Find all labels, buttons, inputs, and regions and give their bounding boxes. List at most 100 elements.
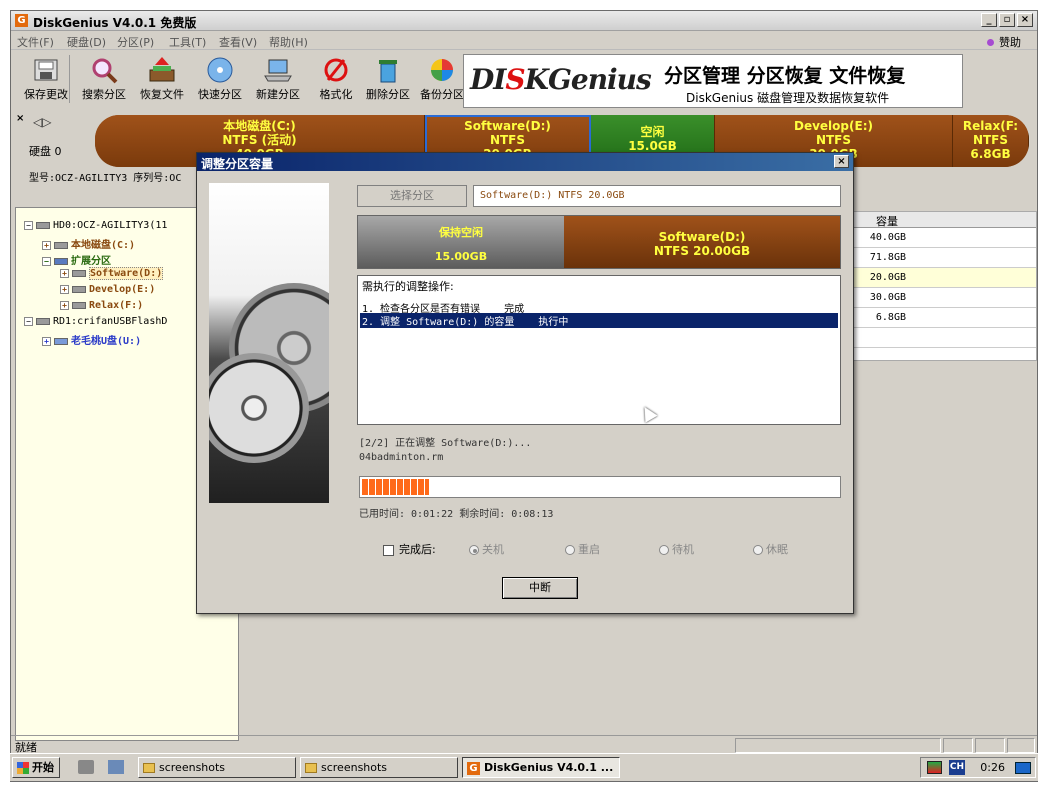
option-restart[interactable]: 重启 (565, 541, 600, 557)
partition-icon (72, 285, 86, 293)
format-button[interactable]: 格式化 (307, 54, 365, 106)
sponsor-icon (987, 39, 994, 46)
after-complete-checkbox[interactable]: 完成后: (383, 541, 436, 557)
diskgenius-logo: DISKGenius (470, 63, 652, 96)
toolbar: 保存更改 搜索分区 恢复文件 快速分区 新建分区 格式化 删除分区 备份分区 D… (17, 51, 1035, 109)
monitor-icon[interactable] (927, 761, 942, 774)
network-icon[interactable] (1015, 762, 1031, 774)
title-bar[interactable]: G DiskGenius V4.0.1 免费版 _ ▫ × (11, 11, 1037, 31)
selected-partition-info: Software(D:) NTFS 20.0GB (473, 185, 841, 207)
table-row[interactable]: 20.0GB (854, 268, 1036, 288)
taskbar-item-diskgenius[interactable]: G DiskGenius V4.0.1 ... (462, 757, 620, 778)
select-partition-button[interactable]: 选择分区 (357, 185, 467, 207)
tree-node-extended[interactable]: − 扩展分区 (42, 252, 111, 267)
quicklaunch-app-icon[interactable] (108, 760, 124, 774)
status-cell (975, 738, 1005, 753)
progress-status: [2/2] 正在调整 Software(D:)... 04badminton.r… (359, 437, 531, 465)
restore-files-button[interactable]: 恢复文件 (133, 54, 191, 106)
tree-node-u[interactable]: + 老毛桃U盘(U:) (42, 332, 141, 347)
banner-slogan: 分区管理 分区恢复 文件恢复 (664, 65, 906, 87)
folder-icon (143, 763, 155, 773)
progress-file: 04badminton.rm (359, 452, 444, 463)
dialog-title-bar[interactable]: 调整分区容量 × (197, 153, 853, 171)
dialog-title: 调整分区容量 (201, 157, 274, 171)
minimize-button[interactable]: _ (981, 13, 997, 27)
disk-nav-arrows-icon[interactable]: ◁▷ (33, 115, 51, 129)
trash-icon (373, 56, 403, 84)
menu-file[interactable]: 文件(F) (17, 34, 54, 50)
reserved-free-space[interactable]: 保持空闲 15.00GB (358, 216, 564, 268)
restore-box-icon (147, 56, 177, 84)
magnifier-icon (89, 56, 119, 84)
tree-node-d[interactable]: + Software(D:) (60, 267, 164, 280)
tree-node-f[interactable]: + Relax(F:) (60, 300, 143, 311)
banner-subtitle: DiskGenius 磁盘管理及数据恢复软件 (686, 91, 890, 105)
dialog-close-button[interactable]: × (834, 155, 849, 168)
tree-node-rd1[interactable]: − RD1:crifanUSBFlashD (24, 316, 167, 327)
partition-icon (54, 337, 68, 345)
time-info: 已用时间: 0:01:22 剩余时间: 0:08:13 (359, 509, 554, 520)
abort-button[interactable]: 中断 (502, 577, 578, 599)
menu-bar: 文件(F) 硬盘(D) 分区(P) 工具(T) 查看(V) 帮助(H) 赞助 (11, 32, 1037, 50)
save-changes-button[interactable]: 保存更改 (17, 54, 75, 106)
clock[interactable]: 0:26 (980, 761, 1005, 774)
partition-table: 容量 40.0GB 71.8GB 20.0GB 30.0GB 6.8GB (853, 211, 1037, 361)
disk-model-info: 型号:OCZ-AGILITY3 序列号:OC (29, 173, 182, 184)
menu-partition[interactable]: 分区(P) (117, 34, 154, 50)
table-row[interactable] (854, 328, 1036, 348)
table-row[interactable]: 40.0GB (854, 228, 1036, 248)
operation-item[interactable]: 2. 调整 Software(D:) 的容量 执行中 (360, 313, 838, 328)
operations-list: 需执行的调整操作: 1. 检查各分区是否有错误 完成 2. 调整 Softwar… (357, 275, 841, 425)
option-hibernate[interactable]: 休眠 (753, 541, 788, 557)
tree-node-c[interactable]: + 本地磁盘(C:) (42, 236, 135, 251)
status-cell (943, 738, 973, 753)
folder-icon (305, 763, 317, 773)
language-indicator[interactable]: CH (949, 760, 965, 775)
option-standby[interactable]: 待机 (659, 541, 694, 557)
tree-node-hd0[interactable]: − HD0:OCZ-AGILITY3(11 (24, 220, 167, 231)
menu-tools[interactable]: 工具(T) (169, 34, 206, 50)
table-row[interactable]: 30.0GB (854, 288, 1036, 308)
progress-bar (359, 476, 841, 498)
option-shutdown[interactable]: 关机 (469, 541, 504, 557)
status-cell (735, 738, 941, 753)
column-header-capacity[interactable]: 容量 (854, 212, 1036, 228)
close-icon[interactable]: × (16, 113, 24, 124)
delete-partition-button[interactable]: 删除分区 (359, 54, 417, 106)
taskbar: 开始 screenshots screenshots G DiskGenius V… (10, 753, 1038, 781)
search-partition-button[interactable]: 搜索分区 (75, 54, 133, 106)
status-cell (1007, 738, 1035, 753)
sponsor-label: 赞助 (999, 36, 1021, 49)
status-bar: 就绪 (11, 735, 1037, 755)
app-icon: G (15, 14, 28, 27)
backup-pie-icon (427, 56, 457, 84)
tree-node-e[interactable]: + Develop(E:) (60, 284, 155, 295)
start-button[interactable]: 开始 (12, 757, 60, 778)
desktop: G DiskGenius V4.0.1 免费版 _ ▫ × 文件(F) 硬盘(D… (0, 0, 1056, 800)
menu-disk[interactable]: 硬盘(D) (67, 34, 106, 50)
resized-partition[interactable]: Software(D:) NTFS 20.00GB (564, 216, 840, 268)
partition-icon (72, 301, 86, 309)
partition-icon (54, 257, 68, 265)
partition-icon (54, 241, 68, 249)
taskbar-item[interactable]: screenshots (138, 757, 296, 778)
disk-icon (36, 317, 50, 325)
quick-partition-button[interactable]: 快速分区 (191, 54, 249, 106)
disk-icon (36, 221, 50, 229)
sponsor-link[interactable]: 赞助 (987, 34, 1021, 50)
window-controls: _ ▫ × (981, 13, 1033, 27)
menu-view[interactable]: 查看(V) (219, 34, 257, 50)
table-row[interactable]: 6.8GB (854, 308, 1036, 328)
quicklaunch-eraser-icon[interactable] (78, 760, 94, 774)
new-partition-button[interactable]: 新建分区 (249, 54, 307, 106)
save-disk-icon (31, 56, 61, 84)
laptop-icon (263, 56, 293, 84)
hard-drive-illustration (209, 183, 329, 503)
toolbar-separator (69, 55, 70, 103)
partition-f[interactable]: Relax(F: NTFS 6.8GB (953, 115, 1029, 167)
restore-button[interactable]: ▫ (999, 13, 1015, 27)
taskbar-item[interactable]: screenshots (300, 757, 458, 778)
table-row[interactable]: 71.8GB (854, 248, 1036, 268)
close-button[interactable]: × (1017, 13, 1033, 27)
menu-help[interactable]: 帮助(H) (269, 34, 308, 50)
